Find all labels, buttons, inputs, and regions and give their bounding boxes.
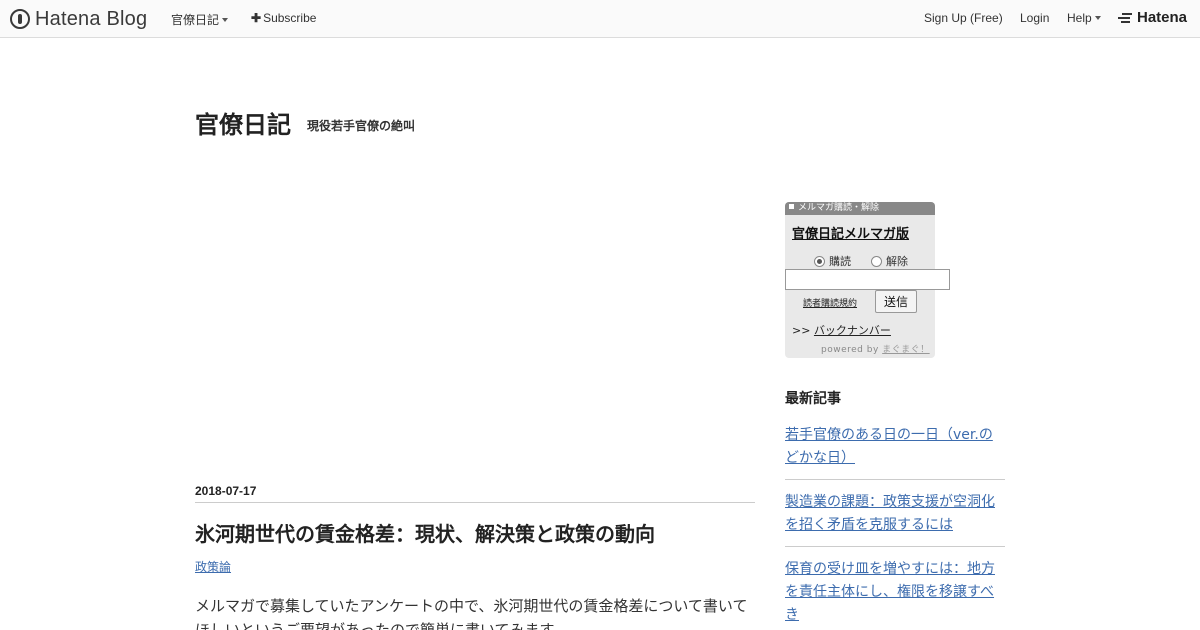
subscribe-radio-label: 購読 bbox=[829, 255, 851, 268]
hatena-logo-text: Hatena bbox=[1137, 9, 1188, 26]
newsletter-widget-header: メルマガ購読・解除 bbox=[785, 202, 935, 215]
recent-entries-title: 最新記事 bbox=[785, 391, 841, 407]
plus-icon: ✚ bbox=[251, 11, 262, 25]
recent-entries-list: 若手官僚のある日の一日（ver.のどかな日） 製造業の課題：政策支援が空洞化を招… bbox=[785, 424, 1005, 630]
list-item: 若手官僚のある日の一日（ver.のどかな日） bbox=[785, 424, 1005, 480]
submit-button[interactable]: 送信 bbox=[875, 290, 917, 313]
newsletter-widget: メルマガ購読・解除 官僚日記メルマガ版 購読 解除 読者購読規約 送信 >> バ… bbox=[785, 202, 950, 358]
signup-link[interactable]: Sign Up (Free) bbox=[924, 11, 1003, 25]
chevron-down-icon bbox=[1094, 16, 1101, 20]
mag2-link[interactable]: まぐまぐ！ bbox=[882, 345, 930, 355]
terms-link[interactable]: 読者購読規約 bbox=[803, 296, 857, 309]
backnumber-prefix: >> bbox=[792, 324, 811, 337]
recent-entry-link[interactable]: 製造業の課題：政策支援が空洞化を招く矛盾を克服するには bbox=[785, 491, 1005, 537]
global-header: Hatena Blog 官僚日記 ✚ Subscribe Sign Up (Fre… bbox=[0, 0, 1200, 38]
entry-category-link[interactable]: 政策論 bbox=[195, 558, 231, 575]
list-item: 製造業の課題：政策支援が空洞化を招く矛盾を克服するには bbox=[785, 491, 1005, 547]
recent-entry-link[interactable]: 若手官僚のある日の一日（ver.のどかな日） bbox=[785, 424, 1005, 470]
subscribe-button[interactable]: ✚ Subscribe bbox=[251, 11, 316, 25]
entry-body: メルマガで募集していたアンケートの中で、氷河期世代の賃金格差について書いてほしい… bbox=[195, 597, 748, 630]
powered-prefix: powered by bbox=[821, 345, 879, 355]
entry-title[interactable]: 氷河期世代の賃金格差：現状、解決策と政策の動向 bbox=[195, 518, 655, 547]
recent-entry-link[interactable]: 保育の受け皿を増やすには：地方を責任主体にし、権限を移譲すべき bbox=[785, 558, 1005, 627]
blog-menu-dropdown[interactable]: 官僚日記 bbox=[171, 11, 229, 28]
help-label: Help bbox=[1067, 11, 1092, 25]
unsubscribe-radio[interactable]: 解除 bbox=[871, 253, 908, 269]
entry-date[interactable]: 2018-07-17 bbox=[195, 484, 256, 498]
newsletter-header-label: メルマガ購読・解除 bbox=[798, 203, 880, 213]
subscribe-radio[interactable]: 購読 bbox=[814, 253, 851, 269]
hatena-logo-icon bbox=[1118, 12, 1134, 24]
square-bullet-icon bbox=[789, 204, 794, 209]
hatena-blog-logo-text: Hatena Blog bbox=[35, 7, 148, 30]
subscribe-label: Subscribe bbox=[263, 11, 317, 25]
login-link[interactable]: Login bbox=[1020, 11, 1049, 25]
radio-unselected-icon bbox=[871, 255, 882, 267]
email-field[interactable] bbox=[785, 269, 950, 290]
list-item: 保育の受け皿を増やすには：地方を責任主体にし、権限を移譲すべき bbox=[785, 558, 1005, 630]
backnumber-row: >> バックナンバー bbox=[792, 322, 891, 338]
newsletter-title-link[interactable]: 官僚日記メルマガ版 bbox=[792, 223, 909, 242]
backnumber-link[interactable]: バックナンバー bbox=[814, 324, 891, 337]
blog-description: 現役若手官僚の絶叫 bbox=[307, 119, 416, 133]
radio-selected-icon bbox=[814, 255, 825, 267]
hatena-blog-logo-icon bbox=[10, 9, 30, 29]
help-dropdown[interactable]: Help bbox=[1067, 11, 1101, 25]
powered-by: powered by まぐまぐ！ bbox=[821, 342, 930, 355]
unsubscribe-radio-label: 解除 bbox=[886, 255, 908, 268]
chevron-down-icon bbox=[222, 18, 229, 22]
hatena-logo[interactable]: Hatena bbox=[1118, 9, 1187, 26]
hatena-blog-logo[interactable]: Hatena Blog bbox=[10, 7, 147, 31]
entry-date-divider bbox=[195, 502, 755, 503]
blog-menu-label: 官僚日記 bbox=[171, 13, 220, 27]
blog-title[interactable]: 官僚日記 bbox=[195, 105, 291, 140]
